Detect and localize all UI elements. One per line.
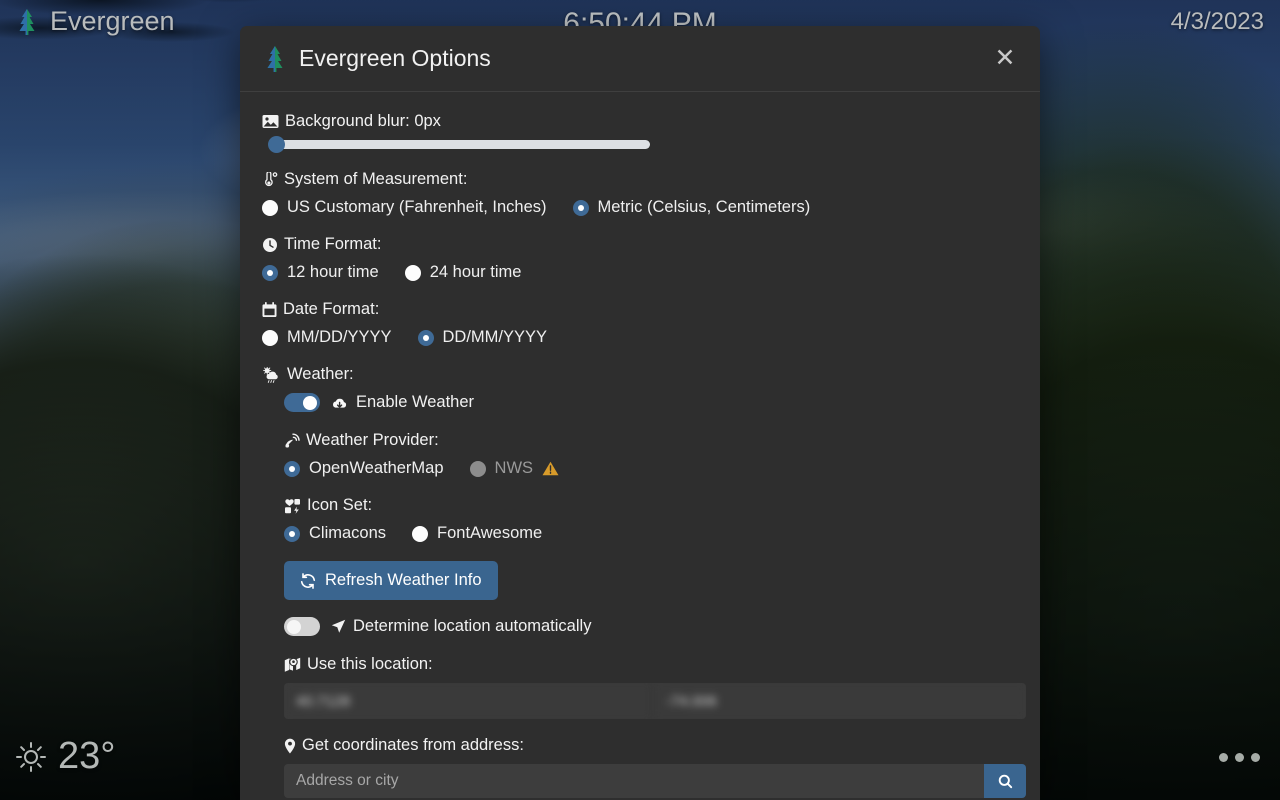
date-format-text: Date Format: (283, 300, 380, 318)
radio-nws[interactable]: NWS (469, 459, 560, 478)
radio-indicator (469, 460, 486, 477)
weather-section-text: Weather: (287, 365, 354, 383)
sun-icon (14, 740, 48, 774)
time-format-text: Time Format: (284, 235, 382, 253)
refresh-weather-label: Refresh Weather Info (325, 571, 482, 589)
radio-indicator (572, 199, 589, 216)
calendar-icon (262, 301, 277, 318)
radio-indicator (412, 525, 429, 542)
evergreen-tree-icon (262, 45, 288, 73)
radio-fontawesome[interactable]: FontAwesome (412, 524, 542, 543)
weather-section-group: Enable Weather Weather Provider: OpenWea… (262, 393, 1026, 800)
use-location-label: Use this location: (284, 655, 1018, 674)
coordinates-row (284, 683, 1026, 719)
slider-track[interactable] (268, 136, 650, 153)
radio-label: Climacons (309, 524, 387, 542)
temperature-widget: 23° (14, 735, 115, 778)
clock-icon (262, 237, 278, 253)
address-search-row (284, 764, 1026, 798)
auto-location-label: Determine location automatically (331, 617, 591, 636)
auto-location-row: Determine location automatically (284, 617, 1018, 636)
radio-label: 12 hour time (287, 263, 379, 281)
radio-label: 24 hour time (429, 263, 522, 281)
refresh-icon (300, 572, 316, 589)
background-blur-text: Background blur: 0px (285, 112, 441, 130)
radio-indicator (404, 264, 421, 281)
time-format-options: 12 hour time 24 hour time (262, 263, 1018, 282)
radio-label: FontAwesome (437, 524, 543, 542)
address-input[interactable] (284, 764, 984, 798)
enable-weather-row: Enable Weather (284, 393, 1018, 412)
radio-12-hour[interactable]: 12 hour time (262, 263, 379, 282)
geocode-label: Get coordinates from address: (284, 736, 1018, 755)
longitude-input[interactable] (654, 683, 1026, 719)
radio-mm-dd-yyyy[interactable]: MM/DD/YYYY (262, 328, 392, 347)
radio-indicator (284, 525, 300, 542)
search-icon (998, 774, 1013, 789)
measurement-label: System of Measurement: (262, 170, 1018, 189)
radio-climacons[interactable]: Climacons (284, 524, 386, 543)
radio-label: OpenWeatherMap (309, 459, 444, 477)
radio-metric[interactable]: Metric (Celsius, Centimeters) (572, 198, 811, 217)
enable-weather-toggle[interactable] (284, 393, 320, 412)
radio-indicator (262, 199, 278, 216)
background-blur-label: Background blur: 0px (262, 112, 1018, 131)
icon-set-text: Icon Set: (307, 496, 373, 514)
radio-label: MM/DD/YYYY (287, 328, 392, 346)
evergreen-options-dialog: Evergreen Options ✕ Background blur: 0px… (240, 26, 1040, 800)
thermometer-icon (262, 171, 278, 188)
weather-provider-text: Weather Provider: (306, 431, 439, 449)
map-location-icon (284, 657, 301, 673)
date-format-label: Date Format: (262, 300, 1018, 319)
radio-label: NWS (494, 459, 534, 477)
ellipsis-icon[interactable] (1219, 753, 1260, 762)
location-arrow-icon (331, 619, 346, 634)
temperature-value: 23° (58, 735, 116, 777)
dialog-title: Evergreen Options (262, 45, 988, 73)
radio-label: DD/MM/YYYY (442, 328, 548, 346)
weather-provider-label: Weather Provider: (284, 431, 1018, 450)
map-pin-icon (284, 738, 296, 754)
cloud-download-icon (331, 396, 349, 410)
dialog-title-label: Evergreen Options (299, 45, 491, 71)
radio-24-hour[interactable]: 24 hour time (404, 263, 522, 282)
weather-provider-options: OpenWeatherMap NWS (284, 459, 1018, 478)
enable-weather-label: Enable Weather (331, 393, 474, 412)
dialog-body: Background blur: 0px System of Measureme… (240, 92, 1040, 800)
refresh-weather-button[interactable]: Refresh Weather Info (284, 561, 498, 600)
radio-indicator (417, 329, 434, 346)
measurement-options: US Customary (Fahrenheit, Inches) Metric… (262, 198, 1018, 217)
radio-indicator (262, 264, 278, 281)
time-format-label: Time Format: (262, 235, 1018, 254)
radio-openweathermap[interactable]: OpenWeatherMap (284, 459, 444, 478)
use-location-text: Use this location: (307, 655, 433, 673)
weather-section-label: Weather: (262, 365, 1018, 384)
image-icon (262, 114, 279, 129)
auto-location-toggle[interactable] (284, 617, 320, 636)
background-blur-slider[interactable] (262, 136, 1018, 153)
address-search-button[interactable] (984, 764, 1026, 798)
date-format-options: MM/DD/YYYY DD/MM/YYYY (262, 328, 1018, 347)
radio-label: Metric (Celsius, Centimeters) (597, 198, 811, 216)
cloud-sun-rain-icon (262, 366, 281, 383)
icon-set-label: Icon Set: (284, 496, 1018, 515)
radio-label: US Customary (Fahrenheit, Inches) (287, 198, 547, 216)
date-widget: 4/3/2023 (1170, 8, 1264, 35)
radio-indicator (262, 329, 278, 346)
latitude-input[interactable] (284, 683, 654, 719)
radio-indicator (284, 460, 300, 477)
radio-dd-mm-yyyy[interactable]: DD/MM/YYYY (417, 328, 548, 347)
close-icon[interactable]: ✕ (988, 42, 1022, 76)
radio-us-customary[interactable]: US Customary (Fahrenheit, Inches) (262, 198, 547, 217)
geocode-text: Get coordinates from address: (302, 736, 524, 754)
icon-set-options: Climacons FontAwesome (284, 524, 1018, 543)
enable-weather-text: Enable Weather (356, 393, 475, 411)
auto-location-text: Determine location automatically (353, 617, 592, 635)
dialog-header: Evergreen Options ✕ (240, 26, 1040, 92)
measurement-text: System of Measurement: (284, 170, 468, 188)
satellite-dish-icon (284, 433, 300, 449)
warning-triangle-icon (542, 461, 559, 476)
icons-icon (284, 498, 301, 514)
slider-thumb[interactable] (268, 136, 285, 153)
